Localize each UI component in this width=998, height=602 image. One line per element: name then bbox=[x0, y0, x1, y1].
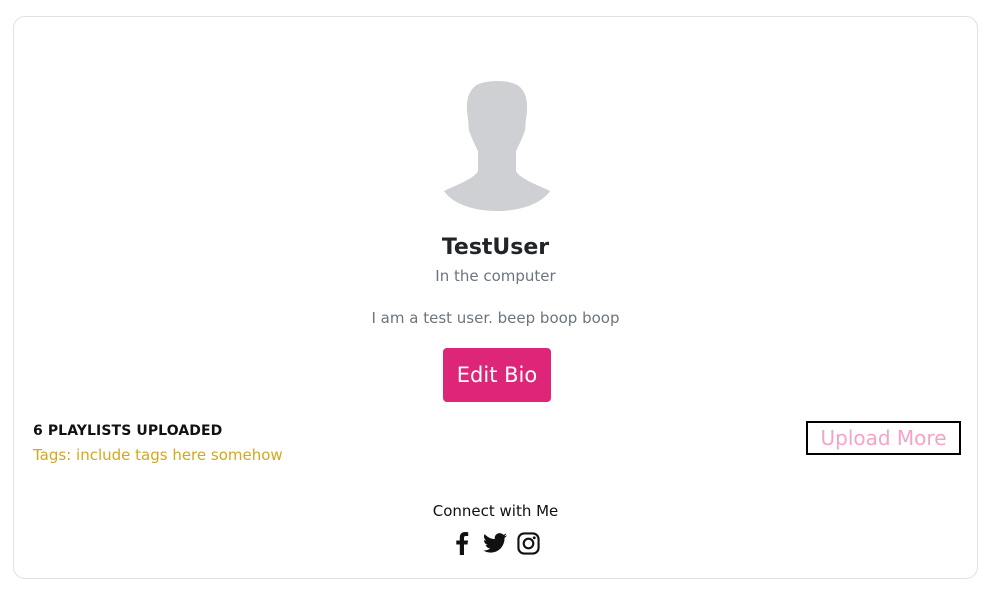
instagram-icon[interactable] bbox=[516, 531, 540, 555]
username: TestUser bbox=[441, 235, 550, 260]
social-links bbox=[450, 530, 540, 556]
edit-bio-button[interactable]: Edit Bio bbox=[443, 348, 551, 402]
upload-more-button[interactable]: Upload More bbox=[806, 421, 961, 455]
user-bio: I am a test user. beep boop boop bbox=[371, 309, 620, 327]
facebook-icon[interactable] bbox=[450, 531, 474, 555]
tags-text: Tags: include tags here somehow bbox=[33, 446, 283, 464]
playlists-count: 6 PLAYLISTS UPLOADED bbox=[33, 423, 223, 439]
twitter-icon[interactable] bbox=[483, 531, 507, 555]
profile-card: TestUser In the computer I am a test use… bbox=[13, 16, 978, 579]
avatar-placeholder-icon bbox=[444, 81, 550, 211]
user-location: In the computer bbox=[435, 267, 556, 285]
connect-heading: Connect with Me bbox=[432, 502, 559, 520]
